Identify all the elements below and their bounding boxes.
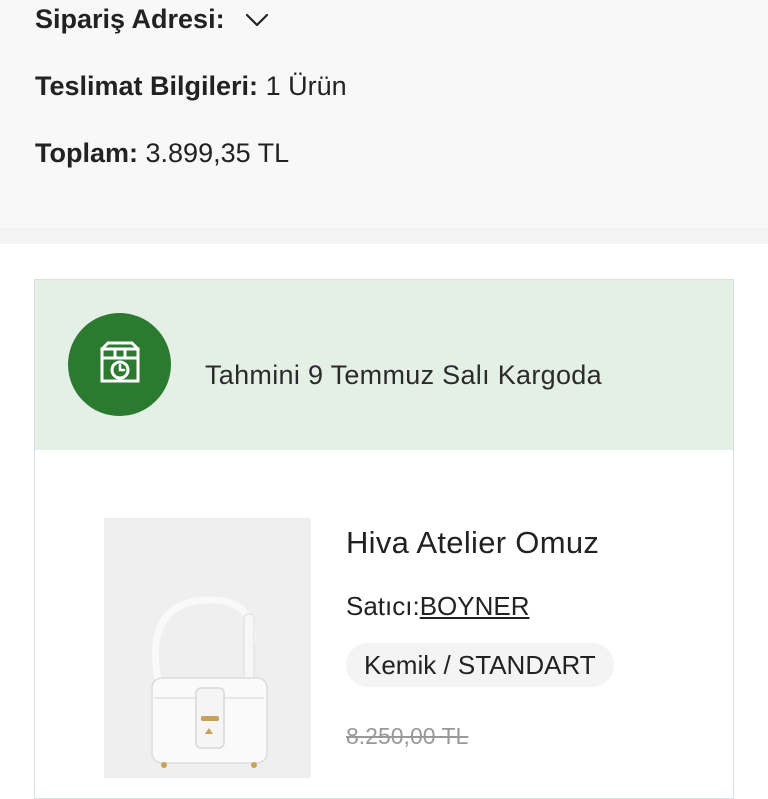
- address-label: Sipariş Adresi:: [35, 4, 225, 34]
- seller-link[interactable]: BOYNER: [420, 591, 530, 621]
- delivery-value: 1 Ürün: [265, 71, 347, 101]
- order-total: Toplam: 3.899,35 TL: [35, 138, 289, 169]
- product-image[interactable]: [104, 518, 311, 778]
- total-label: Toplam:: [35, 138, 138, 168]
- order-summary: Sipariş Adresi: Teslimat Bilgileri: 1 Ür…: [0, 0, 768, 228]
- order-address-toggle[interactable]: Sipariş Adresi:: [35, 4, 269, 35]
- shipment-card: Tahmini 9 Temmuz Salı Kargoda Hiva Ateli…: [34, 279, 734, 799]
- product-title[interactable]: Hiva Atelier Omuz: [346, 525, 599, 561]
- chevron-down-icon[interactable]: [245, 8, 269, 32]
- shipment-banner: Tahmini 9 Temmuz Salı Kargoda: [35, 280, 733, 450]
- delivery-label: Teslimat Bilgileri:: [35, 71, 259, 101]
- variant-badge: Kemik / STANDART: [346, 643, 614, 687]
- seller-label: Satıcı:: [346, 591, 420, 621]
- section-divider: [0, 228, 768, 244]
- seller-info: Satıcı:BOYNER: [346, 591, 530, 622]
- delivery-info: Teslimat Bilgileri: 1 Ürün: [35, 71, 347, 102]
- shipment-estimate: Tahmini 9 Temmuz Salı Kargoda: [205, 360, 602, 390]
- old-price: 8.250,00 TL: [346, 723, 469, 749]
- box-clock-icon: [68, 313, 171, 416]
- total-value: 3.899,35 TL: [145, 138, 290, 168]
